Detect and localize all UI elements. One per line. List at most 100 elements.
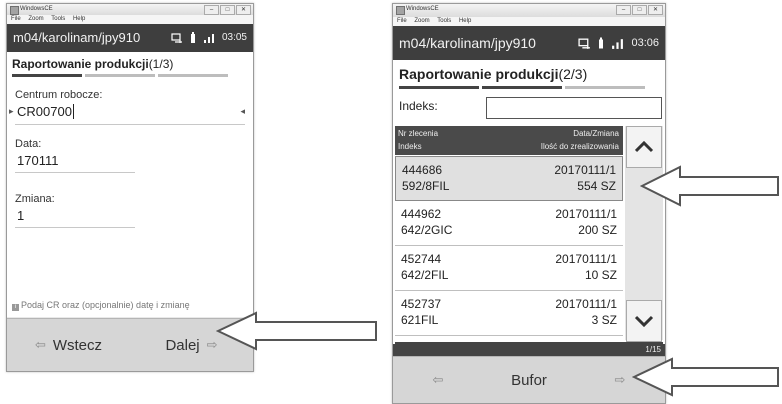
progress-segment xyxy=(399,86,479,89)
minimize-button[interactable]: – xyxy=(204,5,219,15)
item-index: 592/8FIL xyxy=(402,179,450,193)
progress-segment xyxy=(85,74,155,77)
date-shift: 20170111/1 xyxy=(555,297,617,311)
footer-bar: ⇦ Bufor ⇨ xyxy=(393,356,665,403)
sync-icon xyxy=(578,38,591,49)
order-list: 444686 592/8FIL 20170111/1 554 SZ 444962 642/… xyxy=(395,156,623,336)
order-number: 452737 xyxy=(401,297,442,311)
clock: 03:05 xyxy=(221,32,247,43)
shift-label: Zmiana: xyxy=(15,193,55,205)
status-icons: 03:06 xyxy=(578,26,659,60)
work-center-input[interactable]: CR00700 xyxy=(17,104,74,119)
window-title: WindowsCE xyxy=(406,6,439,12)
page-title-text: Raportowanie produkcji xyxy=(399,66,559,82)
quantity: 3 SZ xyxy=(591,313,617,327)
order-number: 444686 xyxy=(402,163,443,177)
scroll-down-button[interactable] xyxy=(626,300,662,342)
list-panel: Raportowanie produkcji(2/3) Indeks: Nr z… xyxy=(393,60,665,345)
list-item[interactable]: 452737 621FIL 20170111/1 3 SZ xyxy=(395,291,623,336)
menu-help[interactable]: Help xyxy=(459,18,471,24)
step-indicator: (2/3) xyxy=(558,66,588,82)
date-label: Data: xyxy=(15,138,42,150)
device-window-screen2: WindowsCE – □ ✕ File Zoom Tools Help m04… xyxy=(392,3,666,404)
maximize-button[interactable]: □ xyxy=(220,5,235,15)
menu-tools[interactable]: Tools xyxy=(437,18,451,24)
list-item[interactable]: 452744 642/2FIL 20170111/1 10 SZ xyxy=(395,246,623,291)
menu-help[interactable]: Help xyxy=(73,16,85,22)
arrow-left-icon: ⇦ xyxy=(34,337,46,352)
menu-tools[interactable]: Tools xyxy=(51,16,65,22)
menu-file[interactable]: File xyxy=(11,16,21,22)
signal-icon xyxy=(612,38,624,49)
arrow-left-icon: ⇦ xyxy=(432,372,444,387)
list-item[interactable]: 444962 642/2GIC 20170111/1 200 SZ xyxy=(395,201,623,246)
caret-left-icon: ▸ xyxy=(9,106,14,116)
arrow-right-icon: ⇨ xyxy=(614,372,626,387)
maximize-button[interactable]: □ xyxy=(632,5,647,15)
quantity: 554 SZ xyxy=(577,179,616,193)
list-header: Nr zlecenia Indeks Data/Zmiana Ilość do … xyxy=(395,126,623,155)
next-button-label: Dalej xyxy=(165,336,200,354)
field-underline xyxy=(15,227,135,228)
window-controls: – □ ✕ xyxy=(204,5,251,15)
back-button-label: Wstecz xyxy=(52,336,103,354)
progress-segment xyxy=(12,74,82,77)
caret-right-icon: ◂ xyxy=(240,106,245,116)
date-input[interactable]: 170111 xyxy=(17,153,58,168)
col-date-shift: Data/Zmiana xyxy=(573,129,619,138)
callout-arrow-next xyxy=(216,311,377,351)
buffer-button-label: Bufor xyxy=(511,371,547,389)
date-shift: 20170111/1 xyxy=(555,207,617,221)
user-path: m04/karolinam/jpy910 xyxy=(13,30,141,45)
shift-input[interactable]: 1 xyxy=(17,208,24,223)
date-shift: 20170111/1 xyxy=(555,252,617,266)
hint-text: i Podaj CR oraz (opcjonalnie) datę i zmia… xyxy=(12,300,190,311)
chevron-up-icon xyxy=(634,141,654,153)
order-number: 444962 xyxy=(401,207,442,221)
callout-arrow-next xyxy=(632,357,779,397)
close-button[interactable]: ✕ xyxy=(648,5,663,15)
close-button[interactable]: ✕ xyxy=(236,5,251,15)
info-icon: i xyxy=(12,304,19,311)
scroll-up-button[interactable] xyxy=(626,126,662,168)
callout-arrow-selected-row xyxy=(640,165,779,207)
status-bar: m04/karolinam/jpy910 03:06 xyxy=(393,26,665,60)
quantity: 200 SZ xyxy=(578,223,617,237)
app-icon xyxy=(396,6,405,15)
window-controls: – □ ✕ xyxy=(616,5,663,15)
sync-icon xyxy=(171,33,182,43)
page-indicator: 1/15 xyxy=(645,345,661,354)
window-title: WindowsCE xyxy=(20,6,53,12)
buffer-button[interactable]: Bufor xyxy=(483,372,575,389)
user-path: m04/karolinam/jpy910 xyxy=(399,35,536,51)
back-button[interactable]: ⇦ xyxy=(393,372,483,388)
minimize-button[interactable]: – xyxy=(616,5,631,15)
list-item[interactable]: 444686 592/8FIL 20170111/1 554 SZ xyxy=(395,156,623,201)
index-input[interactable] xyxy=(486,97,662,119)
menu-zoom[interactable]: Zoom xyxy=(414,18,429,24)
chevron-down-icon xyxy=(634,315,654,327)
app-icon xyxy=(10,6,19,15)
window-titlebar: WindowsCE – □ ✕ xyxy=(7,4,253,15)
menu-zoom[interactable]: Zoom xyxy=(28,16,43,22)
item-index: 642/2FIL xyxy=(401,268,449,282)
field-underline xyxy=(15,124,245,125)
field-underline xyxy=(15,172,135,173)
status-icons: 03:05 xyxy=(171,24,247,52)
signal-icon xyxy=(203,34,214,43)
quantity: 10 SZ xyxy=(584,268,617,282)
step-progress xyxy=(12,74,228,77)
battery-icon xyxy=(599,37,604,48)
menu-file[interactable]: File xyxy=(397,18,407,24)
work-center-field[interactable]: ▸ CR00700 ◂ xyxy=(9,103,249,121)
item-index: 621FIL xyxy=(401,313,439,327)
back-button[interactable]: ⇦ Wstecz xyxy=(7,337,130,354)
progress-segment xyxy=(158,74,228,77)
menu-bar: File Zoom Tools Help xyxy=(7,15,253,24)
progress-segment xyxy=(565,86,645,89)
col-order-no: Nr zlecenia xyxy=(398,129,439,138)
page-indicator-bar: 1/15 xyxy=(393,344,665,356)
date-shift: 20170111/1 xyxy=(554,163,616,177)
clock: 03:06 xyxy=(631,37,659,49)
battery-icon xyxy=(190,32,195,43)
